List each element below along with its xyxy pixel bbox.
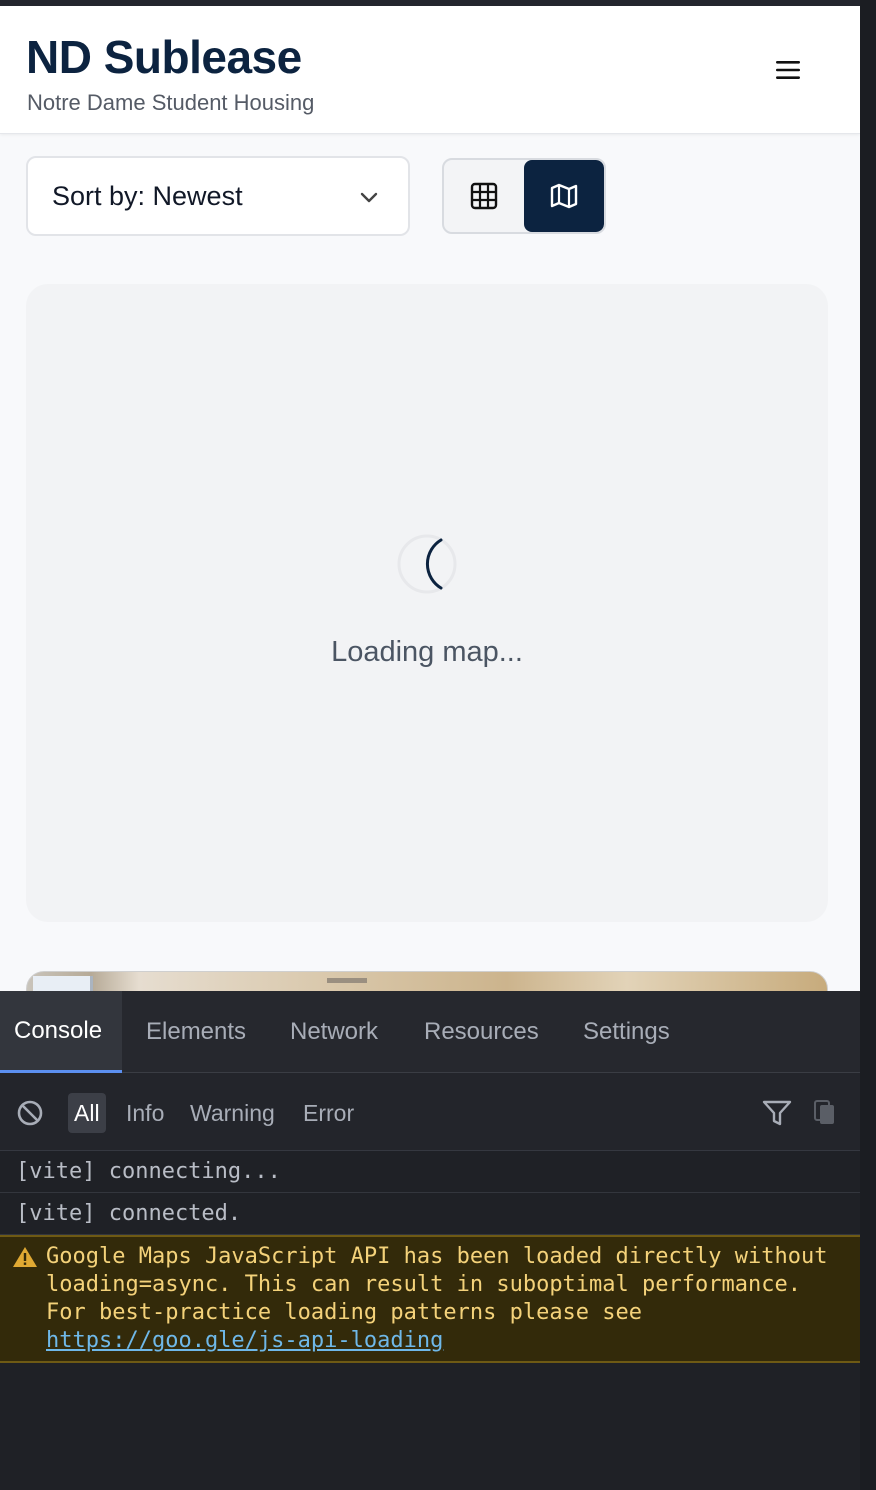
tab-console[interactable]: Console (0, 991, 123, 1073)
menu-button[interactable] (760, 50, 816, 90)
grid-view-button[interactable] (444, 160, 524, 232)
console-log-text: [vite] connected. (16, 1201, 242, 1226)
copy-icon[interactable] (812, 1099, 838, 1127)
map-icon (550, 183, 578, 209)
grid-icon (470, 182, 498, 210)
console-warning-row: Google Maps JavaScript API has been load… (0, 1235, 860, 1363)
filter-all[interactable]: All (68, 1093, 106, 1133)
devtools-panel: Console Elements Network Resources Setti… (0, 991, 860, 1490)
console-warning-text: Google Maps JavaScript API has been load… (46, 1244, 828, 1325)
tab-elements[interactable]: Elements (146, 991, 246, 1073)
console-warning-link[interactable]: https://goo.gle/js-api-loading (46, 1328, 443, 1353)
filter-icon[interactable] (762, 1099, 792, 1127)
filter-info[interactable]: Info (126, 1093, 164, 1133)
loading-spinner-icon (397, 534, 457, 594)
app-page: ND Sublease Notre Dame Student Housing S… (0, 6, 860, 991)
window-right-edge (860, 0, 876, 1490)
tab-network[interactable]: Network (290, 991, 378, 1073)
console-log-text: [vite] connecting... (16, 1159, 281, 1184)
listing-card-image[interactable] (26, 971, 828, 991)
map-loading-text: Loading map... (331, 636, 523, 668)
filter-warning[interactable]: Warning (190, 1093, 275, 1133)
console-log-row: [vite] connecting... (0, 1151, 860, 1193)
sort-select[interactable]: Sort by: Newest (26, 156, 410, 236)
map-container: Loading map... (26, 284, 828, 922)
map-view-button[interactable] (524, 160, 604, 232)
viewport: ND Sublease Notre Dame Student Housing S… (0, 0, 876, 1490)
app-subtitle: Notre Dame Student Housing (27, 90, 315, 115)
console-output: [vite] connecting... [vite] connected. G… (0, 1151, 860, 1363)
app-header: ND Sublease Notre Dame Student Housing (0, 6, 860, 134)
warning-icon (13, 1247, 37, 1267)
tab-settings[interactable]: Settings (583, 991, 670, 1073)
filter-error[interactable]: Error (303, 1093, 354, 1133)
tab-resources[interactable]: Resources (424, 991, 539, 1073)
console-filter-bar: All Info Warning Error (0, 1073, 860, 1151)
clear-console-icon[interactable] (16, 1099, 44, 1127)
hamburger-menu-icon (776, 61, 800, 79)
console-log-row: [vite] connected. (0, 1193, 860, 1235)
view-mode-toggle (442, 158, 606, 234)
devtools-tab-bar: Console Elements Network Resources Setti… (0, 991, 860, 1073)
app-title[interactable]: ND Sublease (26, 30, 302, 84)
sort-select-value: Sort by: Newest (52, 180, 243, 211)
chevron-down-icon (360, 192, 378, 203)
